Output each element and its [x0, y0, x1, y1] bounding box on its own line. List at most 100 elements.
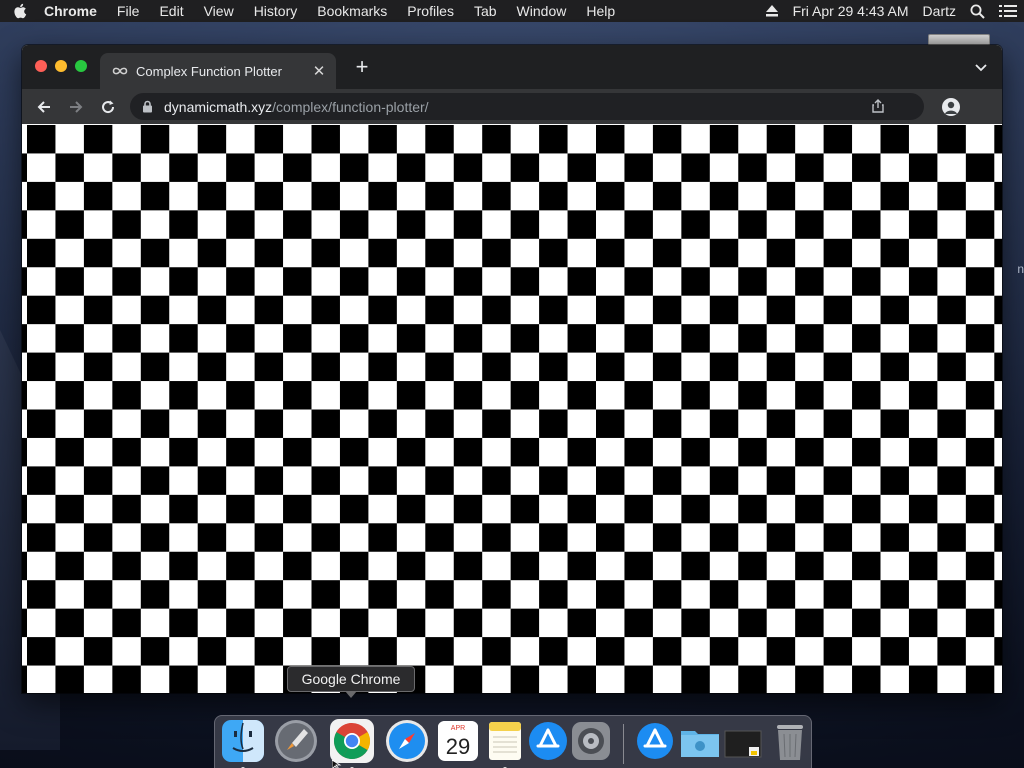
checker-square: [254, 238, 284, 268]
checker-square: [425, 580, 454, 609]
menu-tab[interactable]: Tab: [464, 3, 507, 19]
eject-icon[interactable]: [758, 5, 786, 17]
checker-square: [311, 580, 340, 609]
menu-file[interactable]: File: [107, 3, 150, 19]
apple-menu-icon[interactable]: [0, 3, 40, 19]
checker-square: [140, 409, 170, 438]
reload-button[interactable]: [92, 93, 124, 121]
checker-square: [482, 466, 511, 495]
checker-square: [738, 608, 767, 638]
forward-button[interactable]: [60, 93, 92, 121]
zoom-window-button[interactable]: [75, 60, 87, 72]
menu-edit[interactable]: Edit: [149, 3, 193, 19]
checker-square: [937, 580, 966, 609]
checker-square: [83, 238, 113, 268]
notes-icon[interactable]: [483, 719, 527, 768]
checker-square: [339, 381, 369, 410]
menu-clock[interactable]: Fri Apr 29 4:43 AM: [786, 3, 916, 19]
checker-square: [567, 210, 596, 239]
checker-square: [965, 551, 995, 581]
menu-bookmarks[interactable]: Bookmarks: [307, 3, 397, 19]
checker-square: [795, 153, 824, 182]
checker-square: [965, 210, 995, 239]
menu-user-name[interactable]: Dartz: [916, 3, 963, 19]
checker-square: [738, 210, 767, 239]
finder-icon[interactable]: [221, 719, 265, 768]
checker-square: [368, 409, 397, 438]
checker-square: [453, 324, 483, 353]
checker-square: [83, 125, 113, 154]
checker-square: [738, 153, 767, 182]
close-window-button[interactable]: [35, 60, 47, 72]
checker-square: [937, 352, 966, 382]
control-center-icon[interactable]: [992, 4, 1024, 18]
new-tab-button[interactable]: +: [352, 56, 372, 78]
downloads-folder-icon[interactable]: [678, 719, 722, 763]
checker-square: [22, 494, 27, 524]
screenshot-thumbnail-icon[interactable]: [722, 719, 766, 763]
tab-search-chevron-icon[interactable]: [974, 61, 988, 75]
url-path: /complex/function-plotter/: [272, 98, 429, 115]
address-bar[interactable]: dynamicmath.xyz/complex/function-plotter…: [130, 93, 924, 120]
checker-square: [27, 238, 56, 268]
url-text: dynamicmath.xyz/complex/function-plotter…: [164, 99, 429, 115]
checker-square: [425, 352, 454, 382]
checker-square: [795, 324, 824, 353]
safari-icon[interactable]: [385, 719, 429, 763]
share-icon[interactable]: [872, 99, 884, 113]
calendar-icon[interactable]: APR 29: [436, 719, 480, 763]
checker-square: [624, 381, 653, 410]
calendar-month-label: APR: [451, 725, 465, 732]
trash-icon[interactable]: [768, 719, 812, 763]
checker-square: [766, 523, 796, 552]
checker-square: [27, 181, 56, 211]
menu-help[interactable]: Help: [576, 3, 625, 19]
checker-square: [254, 295, 284, 325]
checker-square: [339, 324, 369, 353]
checker-square: [425, 181, 454, 211]
checker-square: [965, 665, 995, 693]
checker-square: [652, 295, 682, 325]
menu-profiles[interactable]: Profiles: [397, 3, 464, 19]
checker-square: [425, 523, 454, 552]
launchpad-icon[interactable]: [274, 719, 318, 763]
checker-square: [709, 409, 739, 438]
back-button[interactable]: [28, 93, 60, 121]
menu-app-name[interactable]: Chrome: [40, 3, 107, 19]
checker-square: [738, 267, 767, 296]
chrome-icon[interactable]: [330, 719, 374, 768]
checker-square: [823, 352, 853, 382]
checker-square: [169, 608, 198, 638]
app-store-icon[interactable]: [526, 719, 570, 763]
checker-square: [396, 494, 426, 524]
checker-square: [880, 352, 909, 382]
menu-view[interactable]: View: [194, 3, 244, 19]
system-preferences-icon[interactable]: [569, 719, 613, 763]
checker-square: [311, 637, 340, 666]
checker-square: [709, 295, 739, 325]
checker-square: [681, 608, 710, 638]
checker-square: [709, 637, 739, 666]
profile-avatar-icon[interactable]: [942, 98, 960, 116]
tab-close-icon[interactable]: ✕: [308, 62, 330, 80]
tab-complex-function-plotter[interactable]: Complex Function Plotter ✕: [100, 53, 336, 89]
checker-square: [937, 523, 966, 552]
checker-square: [27, 295, 56, 325]
menu-history[interactable]: History: [244, 3, 308, 19]
checker-square: [795, 665, 824, 693]
checker-square: [311, 409, 340, 438]
page-content-canvas[interactable]: [22, 124, 1002, 693]
menu-window[interactable]: Window: [507, 3, 577, 19]
checker-square: [482, 523, 511, 552]
spotlight-search-icon[interactable]: [963, 4, 992, 19]
checker-square: [709, 580, 739, 609]
checker-square: [596, 295, 625, 325]
checker-square: [965, 494, 995, 524]
lock-icon[interactable]: [142, 100, 156, 113]
checker-square: [453, 437, 483, 467]
checker-square: [908, 210, 938, 239]
checker-square: [766, 295, 796, 325]
app-store-downloads-icon[interactable]: [633, 719, 677, 763]
minimize-window-button[interactable]: [55, 60, 67, 72]
checker-square: [112, 437, 141, 467]
